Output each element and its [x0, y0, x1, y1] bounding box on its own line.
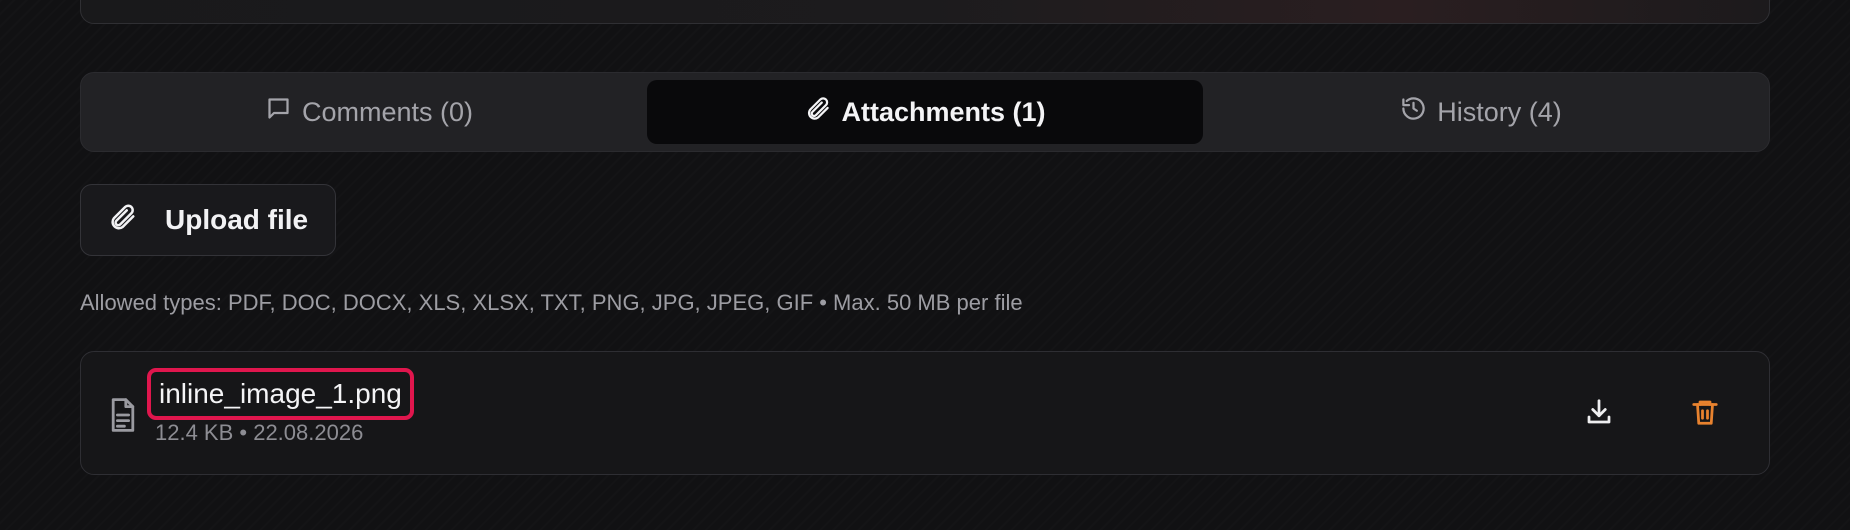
download-button[interactable] [1577, 392, 1621, 436]
paperclip-icon [107, 202, 137, 239]
trash-icon [1690, 397, 1720, 432]
attachment-item: inline_image_1.png 12.4 KB • 22.08.2026 [80, 351, 1770, 475]
top-card [80, 0, 1770, 24]
tab-comments-label: Comments (0) [301, 96, 474, 127]
attachment-meta: 12.4 KB • 22.08.2026 [155, 420, 364, 445]
paperclip-icon [804, 95, 831, 129]
tab-attachments-label: Attachments (1) [841, 96, 1046, 127]
tab-comments[interactable]: Comments (0) [91, 80, 647, 144]
upload-file-button[interactable]: Upload file [80, 184, 336, 256]
delete-button[interactable] [1683, 392, 1727, 436]
upload-file-label: Upload file [165, 204, 309, 235]
history-icon [1400, 95, 1427, 129]
tab-history-label: History (4) [1437, 96, 1562, 127]
attachments-page: Comments (0) Attachments (1) History (4)… [0, 0, 1850, 530]
tab-attachments[interactable]: Attachments (1) [647, 80, 1203, 144]
download-icon [1584, 397, 1614, 432]
allowed-types-text: Allowed types: PDF, DOC, DOCX, XLS, XLSX… [80, 290, 1023, 315]
tab-history[interactable]: History (4) [1203, 80, 1759, 144]
attachment-file-name[interactable]: inline_image_1.png [147, 368, 414, 420]
file-text-icon [109, 398, 137, 432]
tab-bar: Comments (0) Attachments (1) History (4) [80, 72, 1770, 152]
message-square-icon [265, 95, 292, 129]
